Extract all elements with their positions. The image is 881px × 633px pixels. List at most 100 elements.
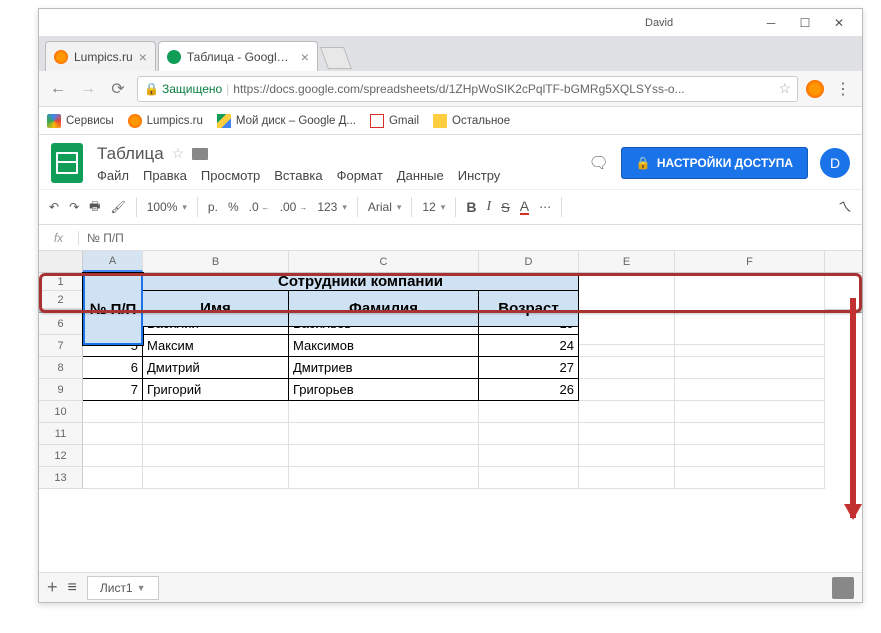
back-button[interactable]: ← — [47, 78, 69, 100]
cell[interactable] — [143, 401, 289, 423]
explore-button[interactable] — [832, 577, 854, 599]
cell[interactable] — [579, 357, 675, 379]
cell[interactable] — [579, 467, 675, 489]
row-header[interactable]: 7 — [39, 335, 83, 357]
cell-c2[interactable]: Фамилия — [289, 291, 479, 327]
share-button[interactable]: 🔒 НАСТРОЙКИ ДОСТУПА — [621, 147, 808, 179]
star-icon[interactable]: ☆ — [172, 145, 185, 162]
cell[interactable] — [675, 357, 825, 379]
decrease-decimal-button[interactable]: .0← — [249, 200, 270, 214]
undo-button[interactable]: ↶ — [49, 200, 59, 214]
paint-format-button[interactable]: 🖌 — [110, 200, 125, 214]
tab-sheets[interactable]: Таблица - Google Табли... × — [158, 41, 318, 71]
percent-button[interactable]: % — [228, 200, 239, 214]
bookmark-star-icon[interactable]: ☆ — [778, 80, 791, 97]
cell[interactable] — [479, 423, 579, 445]
comments-icon[interactable]: 🗨 — [589, 153, 609, 173]
sheet-menu-icon[interactable]: ▼ — [137, 583, 146, 593]
cell[interactable]: Дмитриев — [289, 357, 479, 379]
col-header-a[interactable]: A — [83, 251, 143, 272]
redo-button[interactable]: ↷ — [69, 200, 79, 214]
extension-icon[interactable] — [806, 80, 824, 98]
tab-close-icon[interactable]: × — [301, 49, 309, 65]
increase-decimal-button[interactable]: .00→ — [280, 200, 308, 214]
tab-lumpics[interactable]: Lumpics.ru × — [45, 41, 156, 71]
col-header-d[interactable]: D — [479, 251, 579, 272]
bookmark-lumpics[interactable]: Lumpics.ru — [128, 114, 203, 128]
cell[interactable]: Григорьев — [289, 379, 479, 401]
add-sheet-button[interactable]: + — [47, 577, 58, 598]
cell-d2[interactable]: Возраст — [479, 291, 579, 327]
cell[interactable] — [143, 445, 289, 467]
formula-input[interactable]: № П/П — [79, 231, 124, 245]
browser-menu-button[interactable]: ⋮ — [832, 78, 854, 100]
close-button[interactable]: ✕ — [822, 13, 856, 33]
cell[interactable] — [579, 445, 675, 467]
cell[interactable] — [479, 467, 579, 489]
move-folder-icon[interactable] — [192, 148, 208, 160]
currency-button[interactable]: р. — [208, 200, 218, 214]
row-header[interactable]: 12 — [39, 445, 83, 467]
cell[interactable] — [579, 401, 675, 423]
italic-button[interactable]: I — [486, 199, 491, 215]
menu-insert[interactable]: Вставка — [274, 168, 322, 183]
row-header-2[interactable]: 2 — [39, 291, 83, 309]
sheet-tab-1[interactable]: Лист1 ▼ — [87, 576, 159, 600]
font-select[interactable]: Arial — [368, 200, 402, 214]
bookmark-other[interactable]: Остальное — [433, 114, 510, 128]
col-header-b[interactable]: B — [143, 251, 289, 272]
cell[interactable] — [675, 423, 825, 445]
bookmark-drive[interactable]: Мой диск – Google Д... — [217, 114, 356, 128]
cell[interactable] — [83, 423, 143, 445]
cell-e-frozen[interactable] — [579, 273, 675, 345]
cell-b2[interactable]: Имя — [143, 291, 289, 327]
cell[interactable]: Максимов — [289, 335, 479, 357]
cell[interactable] — [675, 445, 825, 467]
row-header[interactable]: 6 — [39, 313, 83, 335]
maximize-button[interactable]: ☐ — [788, 13, 822, 33]
sheets-logo-icon[interactable] — [51, 143, 83, 183]
cell[interactable]: 24 — [479, 335, 579, 357]
more-toolbar-button[interactable]: ⋯ — [539, 200, 551, 214]
cell[interactable] — [579, 423, 675, 445]
cell[interactable] — [675, 401, 825, 423]
row-header[interactable]: 8 — [39, 357, 83, 379]
col-header-c[interactable]: C — [289, 251, 479, 272]
col-header-f[interactable]: F — [675, 251, 825, 272]
bookmark-gmail[interactable]: Gmail — [370, 114, 419, 128]
menu-tools[interactable]: Инстру — [458, 168, 501, 183]
cell[interactable] — [675, 467, 825, 489]
cell[interactable] — [289, 445, 479, 467]
print-button[interactable]: 🖶 — [89, 197, 100, 218]
select-all-corner[interactable] — [39, 251, 83, 272]
reload-button[interactable]: ⟳ — [107, 78, 129, 100]
cell-b1-d1-merged[interactable]: Сотрудники компании — [143, 273, 579, 291]
tab-close-icon[interactable]: × — [139, 49, 147, 65]
cell[interactable] — [143, 423, 289, 445]
menu-format[interactable]: Формат — [337, 168, 383, 183]
cell[interactable]: 26 — [479, 379, 579, 401]
zoom-select[interactable]: 100% — [147, 200, 187, 214]
menu-edit[interactable]: Правка — [143, 168, 187, 183]
cell[interactable]: 6 — [83, 357, 143, 379]
cell[interactable] — [143, 467, 289, 489]
cell[interactable] — [289, 467, 479, 489]
cell-a1-a2[interactable]: № П/П — [83, 273, 143, 345]
cell[interactable] — [83, 401, 143, 423]
new-tab-button[interactable] — [320, 47, 352, 69]
minimize-button[interactable]: ─ — [754, 13, 788, 33]
document-title[interactable]: Таблица — [97, 144, 164, 164]
all-sheets-button[interactable]: ≡ — [68, 579, 77, 597]
more-formats-button[interactable]: 123 — [317, 200, 347, 214]
forward-button[interactable]: → — [77, 78, 99, 100]
menu-data[interactable]: Данные — [397, 168, 444, 183]
cell[interactable] — [479, 445, 579, 467]
cell[interactable] — [579, 379, 675, 401]
menu-view[interactable]: Просмотр — [201, 168, 260, 183]
strike-button[interactable]: S — [501, 200, 510, 215]
url-input[interactable]: 🔒 Защищено | https://docs.google.com/spr… — [137, 76, 798, 102]
menu-file[interactable]: Файл — [97, 168, 129, 183]
row-header[interactable]: 10 — [39, 401, 83, 423]
cell[interactable] — [675, 379, 825, 401]
cell[interactable] — [83, 467, 143, 489]
